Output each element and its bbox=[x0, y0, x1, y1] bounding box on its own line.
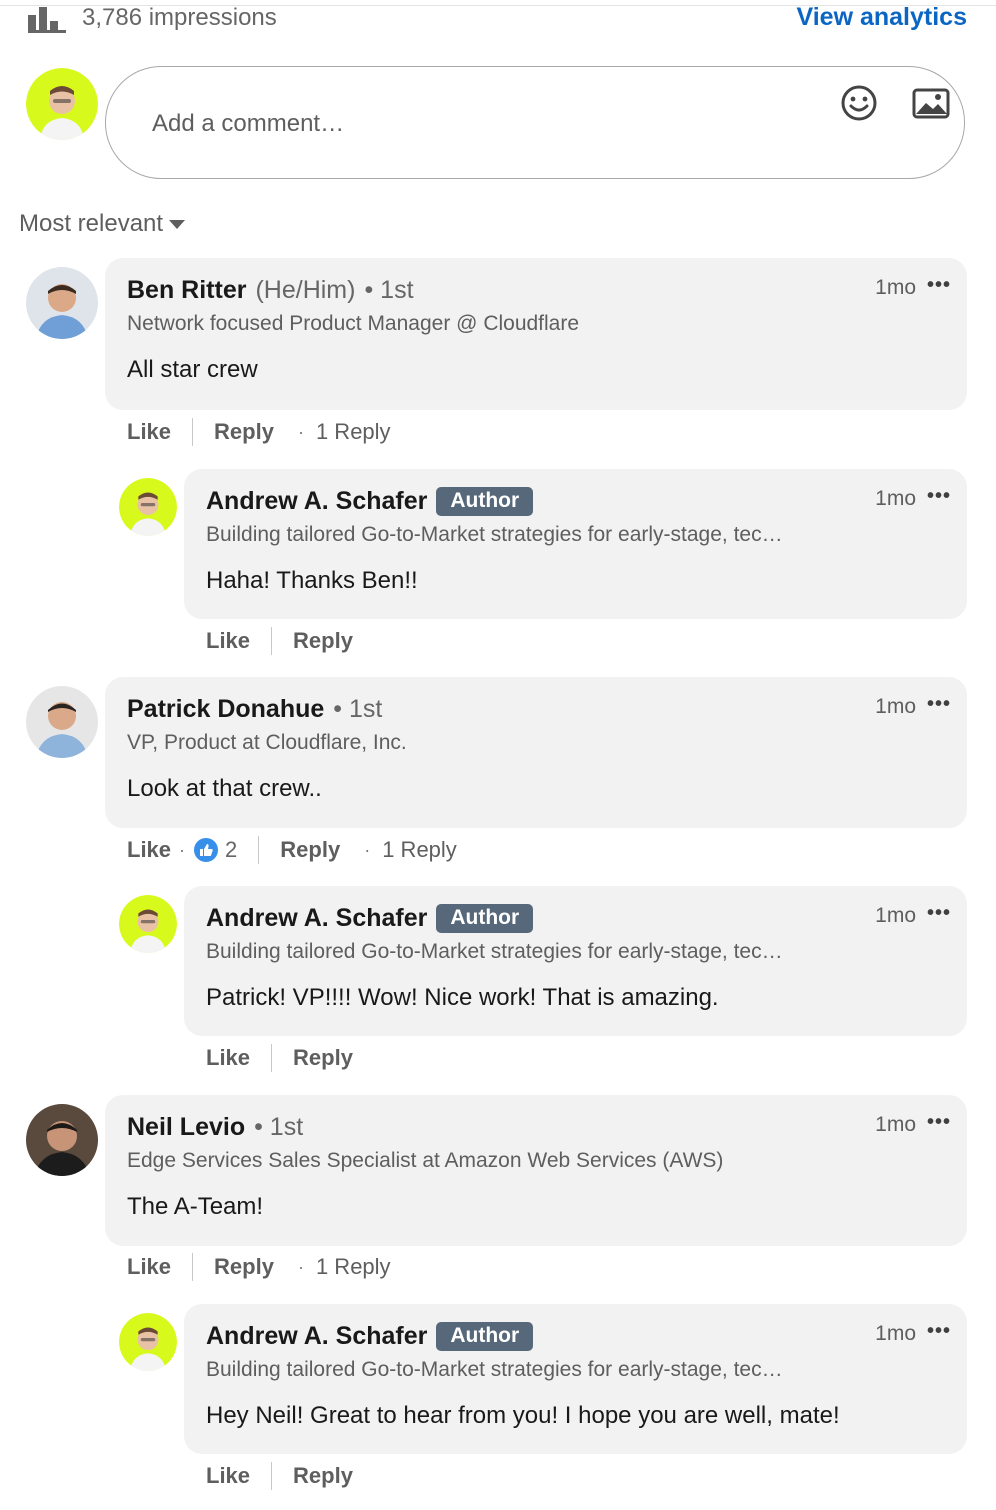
avatar-andrew-schafer[interactable] bbox=[119, 895, 177, 953]
reply-actions: Like Reply bbox=[206, 1462, 353, 1490]
avatar-andrew-schafer[interactable] bbox=[119, 478, 177, 536]
reply-button[interactable]: Reply bbox=[280, 837, 340, 863]
like-button[interactable]: Like bbox=[127, 1254, 171, 1280]
comment-text: Hey Neil! Great to hear from you! I hope… bbox=[206, 1402, 840, 1429]
commenter-headline: VP, Product at Cloudflare, Inc. bbox=[127, 731, 407, 754]
reply-button[interactable]: Reply bbox=[293, 1045, 353, 1071]
reactions[interactable]: 2 bbox=[193, 837, 237, 863]
reply-bubble: Andrew A. Schafer Author Building tailor… bbox=[184, 886, 967, 1036]
commenter-name[interactable]: Ben Ritter bbox=[127, 276, 246, 305]
commenter-name[interactable]: Andrew A. Schafer bbox=[206, 904, 427, 933]
author-badge: Author bbox=[436, 1322, 534, 1351]
replies-count[interactable]: 1 Reply bbox=[316, 1254, 391, 1280]
commenter-headline: Edge Services Sales Specialist at Amazon… bbox=[127, 1149, 724, 1172]
commenter-name[interactable]: Andrew A. Schafer bbox=[206, 487, 427, 516]
comment-text: Look at that crew.. bbox=[127, 775, 322, 802]
comment-time: 1mo bbox=[875, 1113, 916, 1136]
comment-text: The A-Team! bbox=[127, 1193, 264, 1220]
reply-actions: Like Reply bbox=[206, 1044, 353, 1072]
comment-text: Haha! Thanks Ben!! bbox=[206, 567, 418, 594]
impressions-row: 3,786 impressions bbox=[28, 4, 277, 33]
comment-actions: Like Reply · 1 Reply bbox=[127, 418, 391, 446]
comment-time: 1mo bbox=[875, 904, 916, 927]
sort-label: Most relevant bbox=[19, 210, 164, 237]
commenter-headline: Building tailored Go-to-Market strategie… bbox=[206, 1358, 783, 1381]
comment-time: 1mo bbox=[875, 1322, 916, 1345]
more-options-icon[interactable]: ••• bbox=[927, 1321, 951, 1341]
author-badge: Author bbox=[436, 487, 534, 516]
reply-button[interactable]: Reply bbox=[293, 1463, 353, 1489]
commenter-name[interactable]: Patrick Donahue bbox=[127, 695, 324, 724]
comment-input[interactable] bbox=[150, 103, 794, 145]
commenter-headline: Building tailored Go-to-Market strategie… bbox=[206, 523, 783, 546]
comment-actions: Like Reply · 1 Reply bbox=[127, 1253, 391, 1281]
reply-button[interactable]: Reply bbox=[293, 628, 353, 654]
emoji-icon[interactable] bbox=[839, 83, 879, 123]
comment-bubble: Neil Levio • 1st Edge Services Sales Spe… bbox=[105, 1095, 967, 1246]
avatar-patrick-donahue[interactable] bbox=[26, 686, 98, 758]
replies-count[interactable]: 1 Reply bbox=[382, 837, 457, 863]
avatar-neil-levio[interactable] bbox=[26, 1104, 98, 1176]
comment-text: All star crew bbox=[127, 356, 258, 383]
connection-degree: • 1st bbox=[364, 276, 414, 304]
view-analytics-link[interactable]: View analytics bbox=[797, 3, 967, 32]
reply-button[interactable]: Reply bbox=[214, 1254, 274, 1280]
avatar-andrew-schafer[interactable] bbox=[119, 1313, 177, 1371]
comment-bubble: Patrick Donahue • 1st VP, Product at Clo… bbox=[105, 677, 967, 828]
commenter-headline: Building tailored Go-to-Market strategie… bbox=[206, 940, 783, 963]
connection-degree: • 1st bbox=[254, 1113, 304, 1141]
comment-time: 1mo bbox=[875, 276, 916, 299]
more-options-icon[interactable]: ••• bbox=[927, 275, 951, 295]
reply-button[interactable]: Reply bbox=[214, 419, 274, 445]
avatar-ben-ritter[interactable] bbox=[26, 267, 98, 339]
reply-bubble: Andrew A. Schafer Author Building tailor… bbox=[184, 469, 967, 619]
comment-text: Patrick! VP!!!! Wow! Nice work! That is … bbox=[206, 984, 719, 1011]
reply-bubble: Andrew A. Schafer Author Building tailor… bbox=[184, 1304, 967, 1454]
connection-degree: • 1st bbox=[333, 695, 383, 723]
more-options-icon[interactable]: ••• bbox=[927, 486, 951, 506]
more-options-icon[interactable]: ••• bbox=[927, 694, 951, 714]
bar-chart-icon bbox=[28, 5, 66, 33]
reply-actions: Like Reply bbox=[206, 627, 353, 655]
commenter-name[interactable]: Neil Levio bbox=[127, 1113, 245, 1142]
impressions-count: 3,786 impressions bbox=[82, 4, 277, 31]
author-badge: Author bbox=[436, 904, 534, 933]
more-options-icon[interactable]: ••• bbox=[927, 903, 951, 923]
more-options-icon[interactable]: ••• bbox=[927, 1112, 951, 1132]
comment-bubble: Ben Ritter (He/Him) • 1st Network focuse… bbox=[105, 258, 967, 410]
like-button[interactable]: Like bbox=[127, 837, 171, 863]
comment-composer[interactable] bbox=[105, 66, 965, 179]
comment-actions: Like · 2 Reply · 1 Reply bbox=[127, 836, 457, 864]
commenter-headline: Network focused Product Manager @ Cloudf… bbox=[127, 312, 580, 335]
like-button[interactable]: Like bbox=[206, 1045, 250, 1071]
commenter-name[interactable]: Andrew A. Schafer bbox=[206, 1322, 427, 1351]
comment-time: 1mo bbox=[875, 487, 916, 510]
pronouns: (He/Him) bbox=[255, 276, 356, 304]
sort-dropdown[interactable]: Most relevant bbox=[19, 210, 186, 238]
thumbs-up-icon bbox=[194, 838, 219, 862]
image-icon[interactable] bbox=[911, 83, 951, 123]
like-button[interactable]: Like bbox=[206, 1463, 250, 1489]
like-button[interactable]: Like bbox=[206, 628, 250, 654]
replies-count[interactable]: 1 Reply bbox=[316, 419, 391, 445]
reaction-count: 2 bbox=[225, 837, 238, 862]
caret-down-icon bbox=[169, 219, 186, 229]
like-button[interactable]: Like bbox=[127, 419, 171, 445]
my-avatar[interactable] bbox=[26, 68, 98, 140]
comment-time: 1mo bbox=[875, 695, 916, 718]
